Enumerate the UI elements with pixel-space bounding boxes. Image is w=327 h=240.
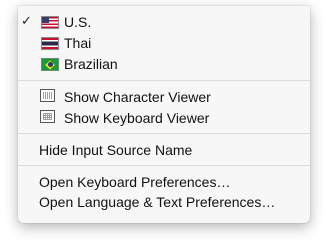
menu-item-label: U.S.	[64, 13, 92, 30]
menu-separator	[18, 165, 310, 166]
menu-item-label: Open Language & Text Preferences…	[39, 193, 276, 210]
character-viewer-icon	[40, 89, 55, 102]
menu-item-us[interactable]: ✓ U.S.	[18, 11, 310, 32]
menu-item-hide-input-source-name[interactable]: Hide Input Source Name	[18, 139, 310, 160]
thai-flag-icon	[41, 37, 59, 50]
menu-separator	[18, 80, 310, 81]
keyboard-viewer-icon	[40, 110, 55, 123]
menu-item-label: Brazilian	[64, 55, 118, 72]
brazil-flag-icon	[41, 58, 59, 71]
menu-separator	[18, 133, 310, 134]
menu-item-open-language-text-preferences[interactable]: Open Language & Text Preferences…	[18, 191, 310, 212]
menu-item-show-keyboard-viewer[interactable]: Show Keyboard Viewer	[18, 107, 310, 128]
menu-item-label: Show Character Viewer	[64, 88, 211, 105]
menu-item-label: Open Keyboard Preferences…	[39, 173, 231, 190]
menu-item-show-character-viewer[interactable]: Show Character Viewer	[18, 86, 310, 107]
us-flag-icon	[41, 16, 59, 29]
menu-item-label: Show Keyboard Viewer	[64, 109, 210, 126]
menu-item-open-keyboard-preferences[interactable]: Open Keyboard Preferences…	[18, 171, 310, 192]
menu-item-brazilian[interactable]: Brazilian	[18, 53, 310, 74]
menu-item-label: Thai	[64, 34, 92, 51]
menu-item-thai[interactable]: Thai	[18, 32, 310, 53]
input-source-menu: ✓ U.S. Thai Brazilian Show Character Vie…	[18, 6, 310, 223]
checkmark-icon: ✓	[21, 13, 32, 28]
menu-item-label: Hide Input Source Name	[39, 141, 193, 158]
